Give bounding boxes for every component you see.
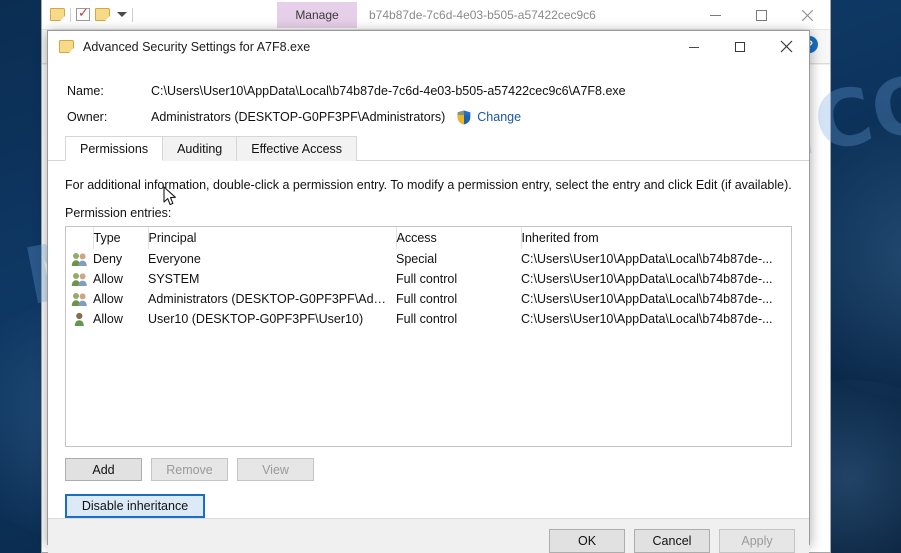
name-row: Name: C:\Users\User10\AppData\Local\b74b…	[48, 78, 809, 104]
tab-permissions[interactable]: Permissions	[65, 136, 164, 161]
cancel-button[interactable]: Cancel	[634, 529, 710, 553]
dialog-title: Advanced Security Settings for A7F8.exe	[83, 39, 311, 54]
row-icon-cell	[66, 309, 93, 329]
table-row[interactable]: Allow SYSTEM Full control C:\Users\User1…	[66, 269, 791, 289]
row-access: Full control	[396, 292, 458, 306]
row-principal: Everyone	[148, 252, 201, 266]
quick-access-toolbar[interactable]	[42, 5, 133, 22]
column-header-access[interactable]: Access	[396, 227, 522, 249]
cancel-button-label: Cancel	[652, 534, 692, 548]
view-button-label: View	[262, 462, 289, 477]
tab-permissions-label: Permissions	[80, 141, 149, 156]
table-header-row: Type Principal Access Inherited from	[66, 227, 791, 249]
row-inherited-from: C:\Users\User10\AppData\Local\b74b87de-.…	[521, 312, 773, 326]
dialog-content: Name: C:\Users\User10\AppData\Local\b74b…	[48, 62, 809, 518]
name-label: Name:	[67, 84, 104, 98]
name-value: C:\Users\User10\AppData\Local\b74b87de-7…	[151, 84, 626, 98]
remove-button: Remove	[151, 458, 228, 481]
row-inherited-from: C:\Users\User10\AppData\Local\b74b87de-.…	[521, 252, 773, 266]
group-users-icon	[71, 272, 87, 286]
apply-button-label: Apply	[741, 534, 773, 548]
apply-button: Apply	[719, 529, 795, 553]
ok-button-label: OK	[577, 534, 597, 548]
table-row[interactable]: Allow User10 (DESKTOP-G0PF3PF\User10) Fu…	[66, 309, 791, 329]
row-principal: Administrators (DESKTOP-G0PF3PF\Admini..…	[148, 292, 396, 306]
dialog-minimize-button[interactable]	[671, 31, 717, 62]
row-icon-cell	[66, 289, 93, 309]
permissions-panel: For additional information, double-click…	[48, 161, 809, 518]
row-access: Full control	[396, 312, 458, 326]
explorer-close-button[interactable]	[784, 0, 830, 30]
table-row[interactable]: Allow Administrators (DESKTOP-G0PF3PF\Ad…	[66, 289, 791, 309]
ribbon-tab-manage-label: Manage	[295, 8, 339, 22]
row-access: Special	[396, 252, 437, 266]
row-principal: SYSTEM	[148, 272, 200, 286]
entry-action-buttons: Add Remove View	[65, 458, 792, 481]
row-inherited-from: C:\Users\User10\AppData\Local\b74b87de-.…	[521, 272, 773, 286]
row-type: Allow	[93, 312, 123, 326]
row-type: Allow	[93, 272, 123, 286]
disable-inheritance-label: Disable inheritance	[81, 499, 189, 513]
remove-button-label: Remove	[166, 462, 213, 477]
advanced-security-settings-dialog[interactable]: Advanced Security Settings for A7F8.exe …	[47, 30, 810, 553]
tab-auditing-label: Auditing	[177, 142, 223, 156]
dialog-footer: OK Cancel Apply	[48, 518, 809, 553]
add-button-label: Add	[92, 462, 115, 477]
uac-shield-icon	[457, 110, 471, 125]
owner-value: Administrators (DESKTOP-G0PF3PF\Administ…	[151, 110, 446, 124]
folder-icon[interactable]	[95, 8, 110, 21]
dialog-maximize-button[interactable]	[717, 31, 763, 62]
group-users-icon	[71, 292, 87, 306]
owner-row: Owner: Administrators (DESKTOP-G0PF3PF\A…	[48, 104, 809, 130]
tab-effective-access[interactable]: Effective Access	[236, 136, 358, 161]
column-header-inherited-from[interactable]: Inherited from	[521, 227, 791, 249]
object-info-block: Name: C:\Users\User10\AppData\Local\b74b…	[48, 62, 809, 136]
row-type: Deny	[93, 252, 123, 266]
explorer-titlebar: Manage b74b87de-7c6d-4e03-b505-a57422cec…	[42, 0, 830, 30]
ribbon-tab-manage[interactable]: Manage	[277, 2, 357, 28]
tab-auditing[interactable]: Auditing	[162, 136, 238, 161]
row-inherited-from: C:\Users\User10\AppData\Local\b74b87de-.…	[521, 292, 773, 306]
explorer-minimize-button[interactable]	[692, 0, 738, 30]
row-principal: User10 (DESKTOP-G0PF3PF\User10)	[148, 312, 364, 326]
ok-button[interactable]: OK	[549, 529, 625, 553]
folder-icon	[59, 40, 74, 53]
inheritance-row: Disable inheritance	[65, 186, 792, 518]
view-button: View	[237, 458, 314, 481]
checklist-icon[interactable]	[76, 5, 90, 21]
dialog-titlebar: Advanced Security Settings for A7F8.exe	[48, 31, 809, 62]
dialog-close-button[interactable]	[763, 31, 809, 62]
row-icon-cell	[66, 249, 93, 269]
owner-label: Owner:	[67, 110, 108, 124]
dialog-tabs[interactable]: Permissions Auditing Effective Access	[48, 136, 809, 161]
permission-entries-table[interactable]: Type Principal Access Inherited from Den…	[66, 227, 791, 329]
toolbar-separator	[70, 7, 71, 22]
change-owner-link[interactable]: Change	[477, 110, 521, 124]
row-icon-cell	[66, 269, 93, 289]
single-user-icon	[74, 312, 84, 326]
column-header-type[interactable]: Type	[93, 227, 149, 249]
row-access: Full control	[396, 272, 458, 286]
table-row[interactable]: Deny Everyone Special C:\Users\User10\Ap…	[66, 249, 791, 269]
column-header-principal[interactable]: Principal	[148, 227, 397, 249]
tab-effective-access-label: Effective Access	[251, 142, 343, 156]
explorer-maximize-button[interactable]	[738, 0, 784, 30]
instructions-text: For additional information, double-click…	[65, 178, 792, 192]
row-type: Allow	[93, 292, 123, 306]
group-users-icon	[71, 252, 87, 266]
add-button[interactable]: Add	[65, 458, 142, 481]
explorer-window-controls[interactable]	[692, 0, 830, 30]
dialog-window-controls[interactable]	[671, 31, 809, 62]
permission-entries-table-container[interactable]: Type Principal Access Inherited from Den…	[65, 226, 792, 447]
toolbar-separator-2	[132, 7, 133, 22]
disable-inheritance-button[interactable]: Disable inheritance	[65, 494, 205, 518]
chevron-down-icon[interactable]	[117, 12, 127, 17]
permission-entries-label: Permission entries:	[65, 206, 172, 220]
new-folder-icon[interactable]	[50, 8, 65, 21]
table-header: Type Principal Access Inherited from	[66, 227, 791, 249]
explorer-window-title: b74b87de-7c6d-4e03-b505-a57422cec9c6	[369, 8, 596, 22]
column-header-icon	[66, 227, 94, 249]
table-body: Deny Everyone Special C:\Users\User10\Ap…	[66, 249, 791, 329]
